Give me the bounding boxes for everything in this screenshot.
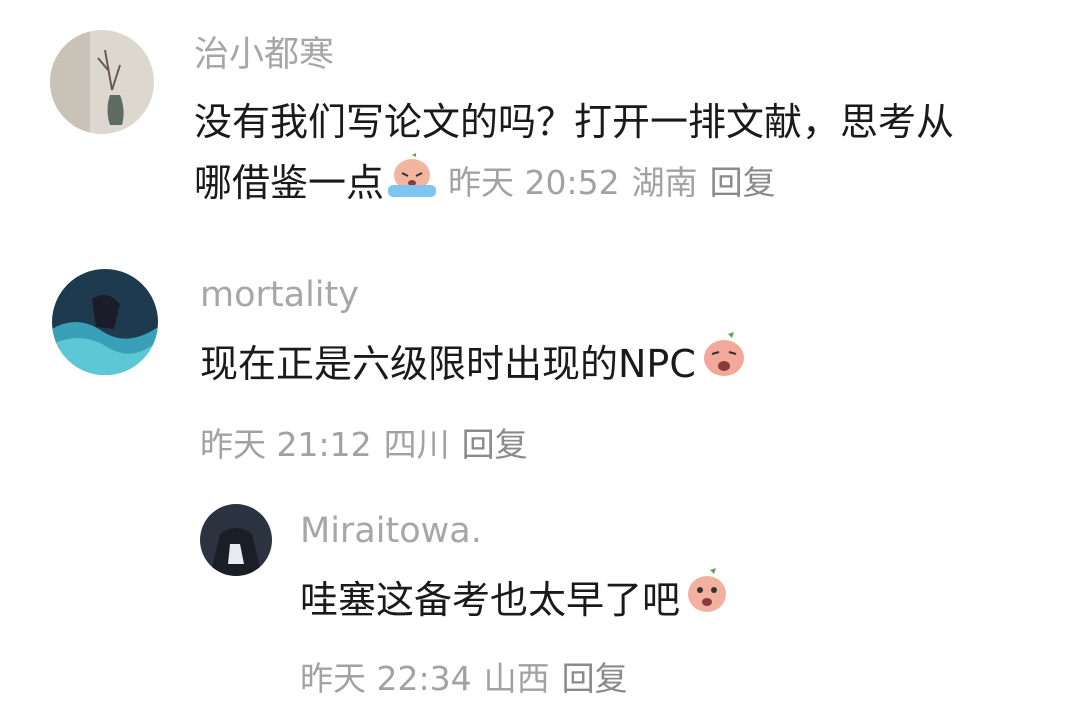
comment-text-line: 哪借鉴一点 昨天 20:52 湖南 回复 (194, 152, 954, 215)
avatar[interactable] (50, 30, 154, 134)
comment-time: 昨天 20:52 (448, 163, 620, 203)
username[interactable]: mortality (200, 278, 359, 313)
reply-location: 山西 (483, 659, 550, 698)
shocked-peach-emoji (682, 568, 732, 632)
comment-time: 昨天 21:12 (200, 425, 372, 464)
comment-location: 湖南 (631, 163, 698, 203)
comment-text-line: 现在正是六级限时出现的NPC (200, 332, 750, 396)
crying-peach-emoji (386, 152, 438, 215)
reply-button[interactable]: 回复 (710, 163, 776, 202)
sad-peach-emoji (698, 332, 750, 396)
comment-location: 四川 (383, 425, 450, 464)
avatar[interactable] (200, 504, 272, 576)
comment-text-line: 没有我们写论文的吗？打开一排文献，思考从 (194, 100, 955, 144)
reply-button[interactable]: 回复 (562, 659, 628, 698)
reply-button[interactable]: 回复 (462, 425, 528, 464)
reply-time: 昨天 22:34 (300, 659, 472, 698)
comment-meta: 昨天 21:12 四川 回复 (200, 418, 540, 466)
reply-item: Miraitowa. 哇塞这备考也太早了吧 昨天 22:34 山西 回复 (0, 490, 1080, 710)
comment-text-segment: 现在正是六级限时出现的NPC (200, 341, 696, 386)
comment-item: 治小都寒 没有我们写论文的吗？打开一排文献，思考从 哪借鉴一点 昨天 20:52… (0, 0, 1080, 230)
reply-text-segment: 哇塞这备考也太早了吧 (300, 577, 681, 622)
username[interactable]: 治小都寒 (194, 38, 334, 73)
comment-text: 没有我们写论文的吗？打开一排文献，思考从 哪借鉴一点 昨天 20:52 湖南 回复 (194, 92, 954, 215)
reply-text-line: 哇塞这备考也太早了吧 (300, 568, 732, 632)
comment-text: 现在正是六级限时出现的NPC (200, 332, 750, 396)
comment-item: mortality 现在正是六级限时出现的NPC 昨天 21:12 四川 回复 (0, 240, 1080, 470)
username[interactable]: Miraitowa. (300, 514, 482, 549)
reply-text: 哇塞这备考也太早了吧 (300, 568, 732, 632)
comment-text-segment: 哪借鉴一点 (194, 161, 385, 206)
reply-meta: 昨天 22:34 山西 回复 (300, 652, 640, 700)
avatar[interactable] (52, 269, 158, 375)
